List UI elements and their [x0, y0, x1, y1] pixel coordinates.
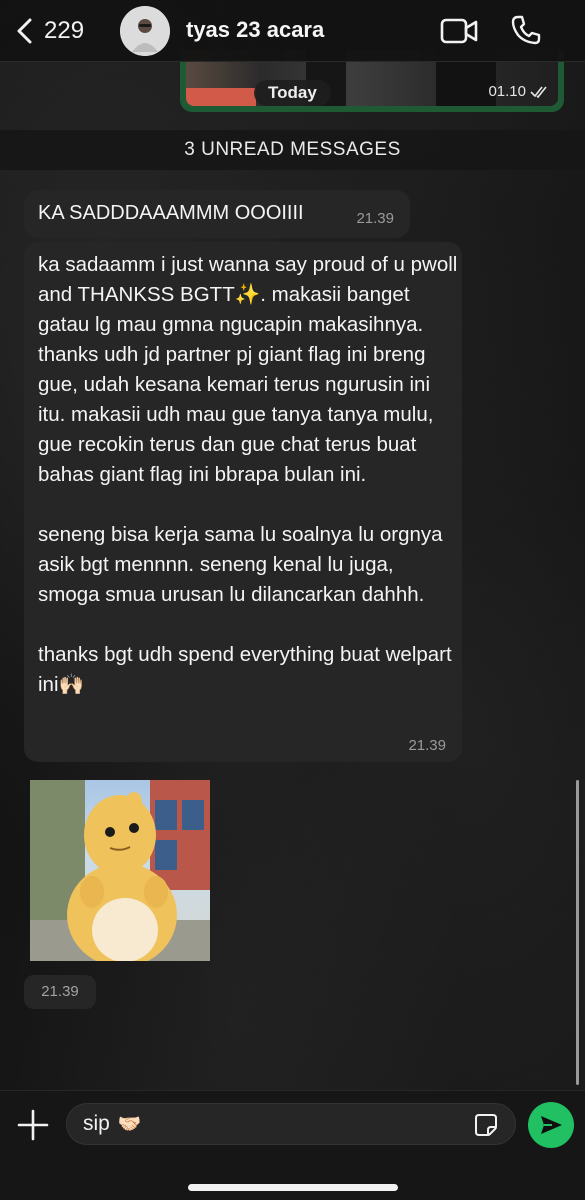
yellow-creature-sticker [30, 780, 210, 961]
send-button[interactable] [528, 1102, 574, 1148]
back-button[interactable]: 229 [14, 16, 84, 46]
message-timestamp: 21.39 [408, 737, 446, 754]
message-timestamp: 21.39 [24, 975, 96, 1009]
avatar-photo [120, 6, 170, 56]
double-check-icon [530, 86, 547, 98]
chevron-left-icon [17, 18, 32, 44]
chat-header: 229 tyas 23 acara [0, 0, 585, 62]
message-timestamp: 21.39 [356, 210, 394, 227]
home-indicator [188, 1184, 398, 1191]
message-input[interactable]: sip 🤝🏻 [66, 1103, 516, 1145]
avatar[interactable] [120, 6, 170, 56]
message-timestamp: 01.10 [488, 83, 550, 100]
message-text: ka sadaamm i just wanna say proud of u p… [38, 253, 458, 696]
send-icon [541, 1116, 562, 1134]
incoming-message[interactable]: ka sadaamm i just wanna say proud of u p… [24, 242, 462, 762]
sticker-message[interactable] [30, 780, 210, 961]
plus-icon[interactable] [16, 1108, 50, 1142]
scrollbar[interactable] [576, 780, 579, 1085]
sticker-icon[interactable] [473, 1112, 499, 1138]
date-separator: Today [254, 80, 331, 106]
message-input-value: sip [83, 1112, 110, 1135]
chat-title[interactable]: tyas 23 acara [186, 17, 324, 43]
phone-icon[interactable] [510, 14, 542, 46]
handshake-emoji: 🤝🏻 [117, 1114, 142, 1135]
incoming-message[interactable]: KA SADDDAAAMMM OOOIIII 21.39 [24, 190, 410, 238]
unread-messages-banner: 3 UNREAD MESSAGES [0, 130, 585, 170]
unread-chats-count: 229 [44, 17, 85, 44]
message-text: KA SADDDAAAMMM OOOIIII [38, 202, 304, 224]
message-composer: sip 🤝🏻 [0, 1090, 585, 1200]
video-camera-icon[interactable] [440, 17, 478, 45]
